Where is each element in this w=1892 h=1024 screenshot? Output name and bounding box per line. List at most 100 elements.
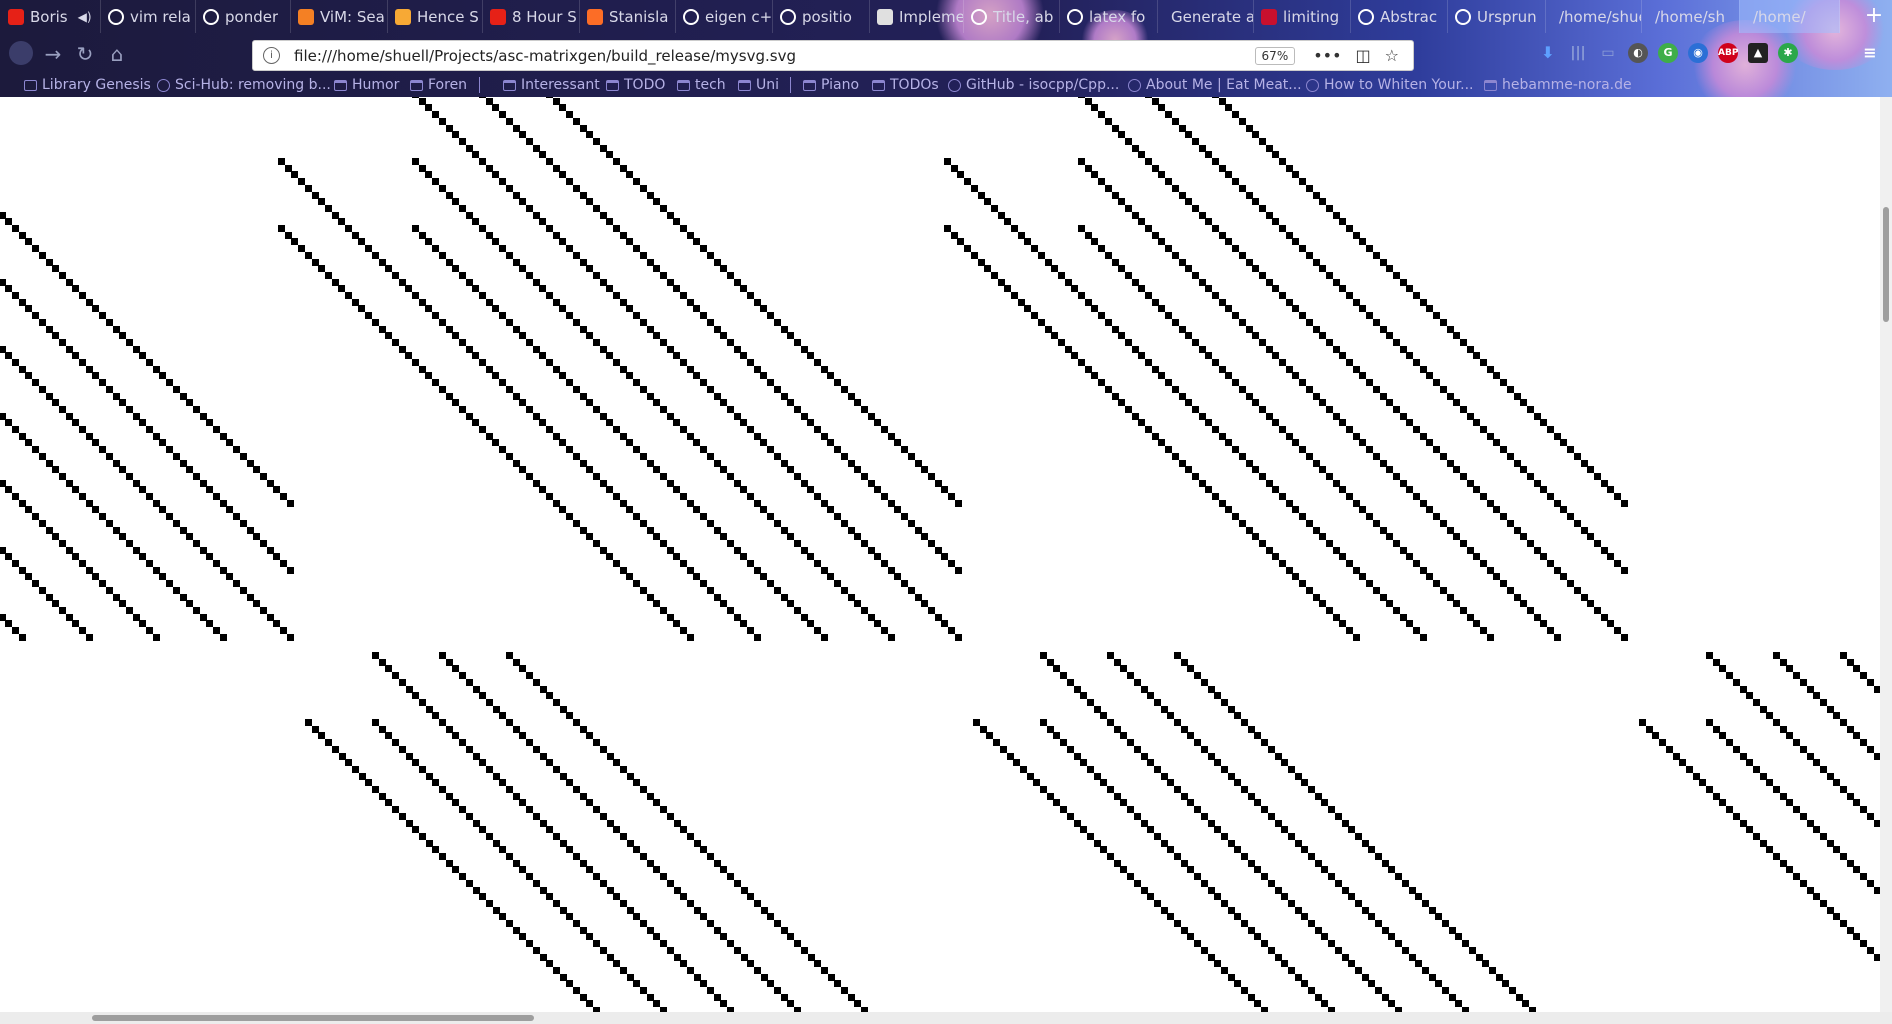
browser-tab[interactable]: limiting bbox=[1253, 0, 1351, 33]
matrix-cell bbox=[146, 560, 153, 567]
bookmark-item[interactable]: hebamme-nora.de bbox=[1484, 75, 1632, 95]
matrix-cell bbox=[1219, 98, 1226, 105]
matrix-cell bbox=[1780, 659, 1787, 666]
matrix-cell bbox=[1773, 652, 1780, 659]
matrix-cell bbox=[479, 158, 486, 165]
matrix-cell bbox=[1112, 125, 1119, 132]
matrix-cell bbox=[653, 933, 660, 940]
matrix-cell bbox=[1493, 372, 1500, 379]
browser-tab[interactable]: Hence S bbox=[387, 0, 483, 33]
matrix-cell bbox=[707, 520, 714, 527]
browser-tab[interactable]: vim rela bbox=[100, 0, 196, 33]
tab-label: eigen c+ bbox=[705, 7, 772, 26]
browser-tab[interactable]: 8 Hour S bbox=[482, 0, 580, 33]
matrix-cell bbox=[1252, 332, 1259, 339]
matrix-cell bbox=[1172, 386, 1179, 393]
matrix-cell bbox=[740, 486, 747, 493]
matrix-cell bbox=[861, 540, 868, 547]
bookmark-item[interactable]: Uni bbox=[738, 75, 779, 95]
horizontal-scrollbar[interactable] bbox=[0, 1012, 1880, 1024]
browser-tab[interactable]: Generate a bbox=[1157, 0, 1254, 33]
bookmark-item[interactable]: How to Whiten Your... bbox=[1306, 75, 1473, 95]
page-actions-icon[interactable]: ••• bbox=[1313, 46, 1341, 65]
matrix-cell bbox=[1429, 974, 1436, 981]
matrix-cell bbox=[226, 506, 233, 513]
bookmark-item[interactable]: Piano bbox=[803, 75, 859, 95]
back-button[interactable] bbox=[8, 41, 34, 67]
browser-tab[interactable]: Title, ab bbox=[963, 0, 1060, 33]
browser-tab[interactable]: Boris ◀) bbox=[0, 0, 101, 33]
matrix-cell bbox=[787, 399, 794, 406]
matrix-cell bbox=[446, 726, 453, 733]
matrix-cell bbox=[586, 533, 593, 540]
matrix-cell bbox=[1295, 974, 1302, 981]
browser-tab[interactable]: eigen c+ bbox=[675, 0, 773, 33]
browser-tab[interactable]: ViM: Sea bbox=[290, 0, 388, 33]
matrix-cell bbox=[1299, 580, 1306, 587]
new-tab-button[interactable]: + bbox=[1862, 4, 1886, 28]
bookmark-item[interactable]: tech bbox=[677, 75, 726, 95]
matrix-cell bbox=[193, 540, 200, 547]
horizontal-scroll-thumb[interactable] bbox=[92, 1015, 534, 1021]
matrix-cell bbox=[1673, 753, 1680, 760]
extension-icon[interactable]: ◐ bbox=[1628, 43, 1648, 63]
sidebar-icon[interactable]: ▭ bbox=[1598, 43, 1618, 63]
matrix-cell bbox=[1306, 453, 1313, 460]
browser-tab[interactable]: ponder bbox=[195, 0, 291, 33]
matrix-cell bbox=[573, 853, 580, 860]
matrix-cell bbox=[1793, 672, 1800, 679]
adblock-icon[interactable]: ABP bbox=[1718, 43, 1738, 63]
matrix-cell bbox=[1480, 426, 1487, 433]
browser-tab[interactable]: Abstrac bbox=[1350, 0, 1448, 33]
matrix-cell bbox=[226, 573, 233, 580]
matrix-cell bbox=[606, 352, 613, 359]
bookmark-item[interactable]: Interessant bbox=[503, 75, 600, 95]
bookmark-star-icon[interactable]: ☆ bbox=[1385, 46, 1399, 65]
extension-mask-icon[interactable]: ▲ bbox=[1748, 43, 1768, 63]
browser-tab[interactable]: latex fo bbox=[1059, 0, 1158, 33]
grammarly-icon[interactable]: G bbox=[1658, 43, 1678, 63]
matrix-cell bbox=[1091, 238, 1098, 245]
address-bar[interactable]: i file:///home/shuell/Projects/asc-matri… bbox=[252, 40, 1414, 71]
pocket-icon[interactable]: ◫ bbox=[1356, 46, 1371, 65]
bookmark-item[interactable]: Foren bbox=[410, 75, 467, 95]
matrix-cell bbox=[1185, 332, 1192, 339]
bookmark-item[interactable]: TODOs bbox=[872, 75, 939, 95]
browser-tab[interactable]: Impleme bbox=[869, 0, 964, 33]
bookmark-item[interactable]: About Me | Eat Meat... bbox=[1128, 75, 1302, 95]
browser-tab[interactable]: /home/sh bbox=[1641, 0, 1740, 33]
matrix-cell bbox=[640, 520, 647, 527]
browser-tab[interactable]: /home/shue bbox=[1545, 0, 1642, 33]
bookmark-item[interactable]: GitHub - isocpp/Cpp... bbox=[948, 75, 1119, 95]
matrix-cell bbox=[1279, 359, 1286, 366]
extension-globe-icon[interactable]: ◉ bbox=[1688, 43, 1708, 63]
matrix-cell bbox=[385, 332, 392, 339]
zoom-level-button[interactable]: 67% bbox=[1254, 46, 1296, 65]
browser-tab[interactable]: Ursprun bbox=[1447, 0, 1546, 33]
vertical-scroll-thumb[interactable] bbox=[1883, 207, 1889, 322]
vertical-scrollbar[interactable] bbox=[1880, 97, 1892, 1012]
matrix-cell bbox=[233, 446, 240, 453]
browser-tab[interactable]: /home/ bbox=[1739, 0, 1840, 33]
home-button[interactable]: ⌂ bbox=[104, 41, 130, 67]
bookmark-item[interactable]: TODO bbox=[606, 75, 665, 95]
url-text[interactable]: file:///home/shuell/Projects/asc-matrixg… bbox=[294, 47, 1255, 65]
extension-bug-icon[interactable]: ✱ bbox=[1778, 43, 1798, 63]
browser-tab[interactable]: Stanisla bbox=[579, 0, 676, 33]
menu-icon[interactable]: ≡ bbox=[1860, 43, 1880, 63]
bookmark-item[interactable]: Sci-Hub: removing b... bbox=[157, 75, 331, 95]
matrix-cell bbox=[1254, 1000, 1261, 1007]
matrix-cell bbox=[533, 145, 540, 152]
matrix-cell bbox=[633, 178, 640, 185]
matrix-cell bbox=[1154, 766, 1161, 773]
browser-tab[interactable]: positio bbox=[772, 0, 870, 33]
reload-button[interactable]: ↻ bbox=[72, 41, 98, 67]
site-info-icon[interactable]: i bbox=[263, 47, 280, 64]
bookmark-item[interactable]: Library Genesis bbox=[24, 75, 151, 95]
bookmark-item[interactable]: Humor bbox=[334, 75, 399, 95]
forward-button[interactable]: → bbox=[40, 41, 66, 67]
downloads-icon[interactable]: ⬇ bbox=[1538, 43, 1558, 63]
matrix-cell bbox=[46, 460, 53, 467]
library-icon[interactable]: ||| bbox=[1568, 43, 1588, 63]
speaker-icon[interactable]: ◀) bbox=[78, 10, 92, 24]
